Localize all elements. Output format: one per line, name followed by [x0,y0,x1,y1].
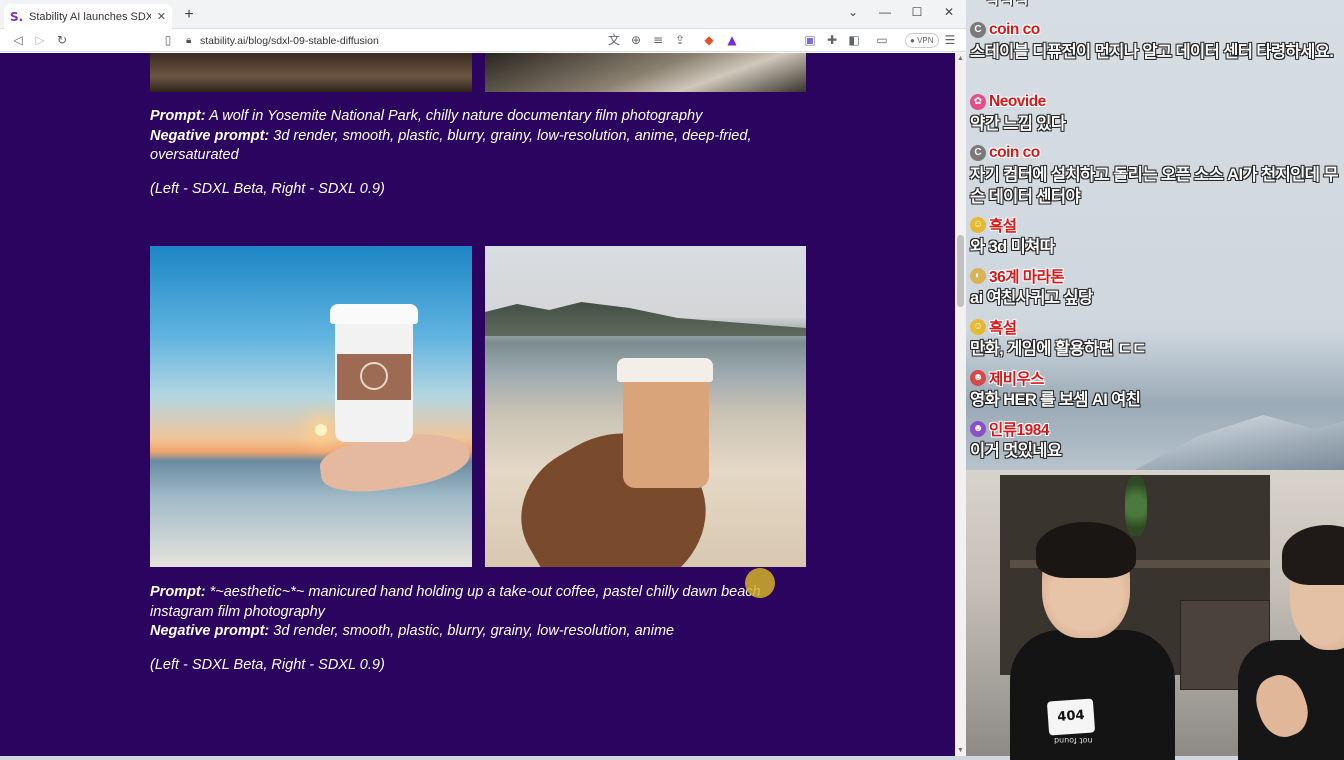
chat-text: 약간 느낌 있다 [970,115,1066,133]
article-page: Prompt: A wolf in Yosemite National Park… [0,53,955,756]
chat-message: Ccoin co 자기 컴터에 설치하고 돌리는 오픈 소스 AI가 천지인데 … [970,142,1342,208]
chat-username: 인류1984 [989,422,1050,439]
chat-text: 만화, 게임에 활용하면 ㄷㄷ [970,340,1147,358]
chat-username: coin co [989,21,1040,38]
browser-tab-active[interactable]: S. Stability AI launches SDXL 0.9: A ✕ [4,4,172,29]
extensions-icon[interactable]: ✚ [824,32,840,48]
chat-message: ☺ 흑설 와 3d 미쳐따 [970,214,1342,258]
menu-icon[interactable]: ☰ [942,32,958,48]
chat-username: 36계 마라톤 [989,269,1065,286]
user-avatar-icon: ☺ [970,319,986,335]
chat-username: 흑설 [989,218,1017,235]
user-avatar-icon: ☺ [970,217,986,233]
user-avatar-icon: ☻ [970,421,986,437]
forward-icon[interactable]: ▷ [32,32,48,48]
prompt1-label: Prompt: [150,108,206,124]
wolf-image-sdxl-beta [150,53,472,92]
prompt1-text: A wolf in Yosemite National Park, chilly… [205,108,703,124]
chat-username: coin co [989,144,1040,161]
chat-text: 영화 HER 를 보셈 AI 여친 [970,391,1141,409]
bookmark-icon[interactable]: ▯ [160,32,176,48]
negative2-label: Negative prompt: [150,623,270,639]
tab-title: Stability AI launches SDXL 0.9: A [29,10,151,23]
mouse-cursor-highlight [745,568,775,598]
vpn-button[interactable]: ● VPN [905,33,939,48]
brave-shield-icon[interactable]: ◆ [701,32,717,48]
tab-strip: S. Stability AI launches SDXL 0.9: A ✕ +… [0,0,966,29]
caption2: (Left - SDXL Beta, Right - SDXL 0.9) [150,657,385,673]
chat-message: ☻ 인류1984 이거 멋있네요 [970,418,1342,462]
tab-close-icon[interactable]: ✕ [157,10,166,23]
tab-search-chevron-icon[interactable]: ⌄ [838,3,868,21]
wolf-image-sdxl-09 [485,53,806,92]
user-avatar-icon: C [970,145,986,161]
chat-message: ☻ 제비우스 영화 HER 를 보셈 AI 여친 [970,367,1342,411]
caption1: (Left - SDXL Beta, Right - SDXL 0.9) [150,181,385,197]
prompt1-paragraph: Prompt: A wolf in Yosemite National Park… [150,107,810,166]
prompt2-label: Prompt: [150,584,206,600]
lock-icon: 🔒︎ [186,35,192,46]
shirt-subtext: not found [1054,736,1093,745]
back-icon[interactable]: ◁ [10,32,26,48]
reader-mode-icon[interactable]: ≡ [650,32,666,48]
negative1-label: Negative prompt: [150,127,270,144]
translate-icon[interactable]: 文 [606,32,622,48]
sidebar-icon[interactable]: ◧ [846,32,862,48]
url-text: stability.ai/blog/sdxl-09-stable-diffusi… [200,34,379,47]
wallet-icon[interactable]: ▭ [874,32,890,48]
coffee-image-sdxl-beta [150,246,472,567]
user-avatar-icon: ✿ [970,94,986,110]
chat-text: 와 3d 미쳐따 [970,238,1055,256]
browser-window: S. Stability AI launches SDXL 0.9: A ✕ +… [0,0,966,756]
chat-username: 흑설 [989,320,1017,337]
share-icon[interactable]: ⇪ [672,32,688,48]
user-avatar-icon: C [970,22,986,38]
page-scrollbar[interactable]: ▲ ▼ [955,53,966,756]
user-avatar-icon: ☻ [970,370,986,386]
chat-text: ai 여친사귀고 싶당 [970,289,1093,307]
prompt2-text: *~aesthetic~*~ manicured hand holding up… [150,584,761,620]
chat-message: ◐ 36계 마라톤 ai 여친사귀고 싶당 [970,265,1342,309]
maximize-button[interactable]: ☐ [902,3,932,21]
chat-message: Ccoin co 스테이블 디퓨전이 먼지나 알고 데이터 센터 타령하세요. [970,19,1342,63]
brave-rewards-icon[interactable]: ▲ [724,32,740,48]
minimize-button[interactable]: — [870,3,900,21]
chat-clipped-text: ㅋㅋㅋ [985,0,1030,11]
zoom-icon[interactable]: ⊕ [628,32,644,48]
close-window-button[interactable]: ✕ [934,3,964,21]
chat-text: 이거 멋있네요 [970,442,1062,460]
reload-icon[interactable]: ↻ [54,32,70,48]
shirt-logo: 404 [1046,698,1096,736]
user-avatar-icon: ◐ [970,268,986,284]
new-tab-button[interactable]: + [180,6,198,24]
scrollbar-thumb[interactable] [957,235,964,307]
chat-text: 자기 컴터에 설치하고 돌리는 오픈 소스 AI가 천지인데 무슨 데이터 센터… [970,166,1339,206]
prompt2-paragraph: Prompt: *~aesthetic~*~ manicured hand ho… [150,583,810,642]
browser-toolbar: ◁ ▷ ↻ ▯ 🔒︎ stability.ai/blog/sdxl-09-sta… [0,29,966,52]
stability-favicon-icon: S. [10,9,24,24]
scroll-up-icon[interactable]: ▲ [955,55,966,62]
extension-ai-icon[interactable]: ▣ [802,32,818,48]
vpn-label: VPN [917,36,934,45]
chat-username: Neovide [989,93,1046,110]
chat-text: 스테이블 디퓨전이 먼지나 알고 데이터 센터 타령하세요. [970,43,1334,61]
chat-message: ✿ Neovide 약간 느낌 있다 [970,91,1342,135]
chat-username: 제비우스 [989,371,1045,388]
chat-message: ☺ 흑설 만화, 게임에 활용하면 ㄷㄷ [970,316,1342,360]
negative2-text: 3d render, smooth, plastic, blurry, grai… [269,623,675,639]
coffee-image-sdxl-09 [485,246,806,567]
background-plant [1125,476,1147,536]
scroll-down-icon[interactable]: ▼ [955,747,966,754]
streamer-left-hair [1036,522,1136,578]
